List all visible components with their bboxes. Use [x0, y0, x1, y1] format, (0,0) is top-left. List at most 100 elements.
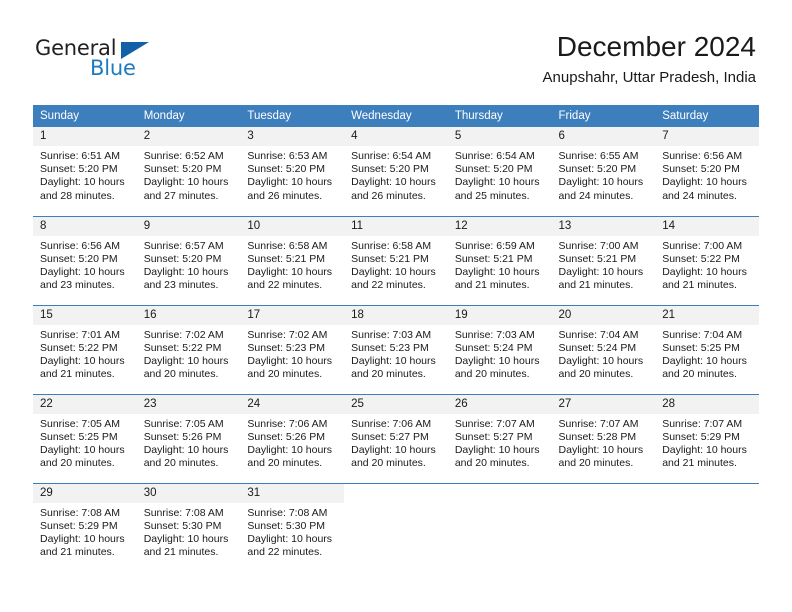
day-cell[interactable]: 30 Sunrise: 7:08 AM Sunset: 5:30 PM Dayl… [136, 482, 241, 573]
day-cell[interactable]: 11 Sunrise: 6:58 AM Sunset: 5:21 PM Dayl… [344, 215, 448, 305]
weekday-header-saturday: Saturday [655, 105, 759, 127]
sunrise-text: Sunrise: 6:54 AM [351, 150, 432, 162]
daylight-text: Daylight: 10 hours and 20 minutes. [454, 354, 540, 381]
day-cell-inner: 23 Sunrise: 7:05 AM Sunset: 5:26 PM Dayl… [136, 394, 241, 483]
day-cell[interactable]: 2 Sunrise: 6:52 AM Sunset: 5:20 PM Dayli… [136, 127, 241, 216]
day-number: 18 [344, 305, 448, 325]
day-cell-inner: 20 Sunrise: 7:04 AM Sunset: 5:24 PM Dayl… [551, 305, 656, 394]
day-cell[interactable]: 12 Sunrise: 6:59 AM Sunset: 5:21 PM Dayl… [447, 215, 552, 305]
day-number: 29 [33, 483, 137, 503]
page-subtitle: Anupshahr, Uttar Pradesh, India [542, 69, 756, 86]
daylight-text: Daylight: 10 hours and 21 minutes. [40, 354, 125, 381]
day-cell[interactable]: 24 Sunrise: 7:06 AM Sunset: 5:26 PM Dayl… [240, 393, 345, 483]
sunrise-text: Sunrise: 7:07 AM [558, 417, 639, 430]
day-cell[interactable]: 28 Sunrise: 7:07 AM Sunset: 5:29 PM Dayl… [655, 393, 759, 483]
page-title: December 2024 [556, 31, 756, 62]
sunset-text: Sunset: 5:20 PM [40, 163, 118, 176]
day-number: 6 [551, 127, 656, 146]
day-cell[interactable]: 4 Sunrise: 6:54 AM Sunset: 5:20 PM Dayli… [344, 127, 448, 216]
sunset-text: Sunset: 5:20 PM [143, 252, 222, 265]
day-cell[interactable]: 21 Sunrise: 7:04 AM Sunset: 5:25 PM Dayl… [655, 304, 759, 394]
sunrise-text: Sunrise: 7:04 AM [558, 328, 639, 341]
day-number [552, 484, 656, 503]
day-cell[interactable]: 20 Sunrise: 7:04 AM Sunset: 5:24 PM Dayl… [551, 304, 656, 394]
sunrise-text: Sunrise: 7:02 AM [247, 328, 328, 341]
day-number: 26 [447, 394, 552, 414]
day-number: 14 [655, 216, 759, 236]
day-cell[interactable]: 16 Sunrise: 7:02 AM Sunset: 5:22 PM Dayl… [136, 304, 241, 394]
daylight-text: Daylight: 10 hours and 22 minutes. [247, 532, 333, 559]
day-cell[interactable]: 14 Sunrise: 7:00 AM Sunset: 5:22 PM Dayl… [655, 215, 759, 305]
day-details: Sunrise: 7:06 AM Sunset: 5:27 PM Dayligh… [344, 414, 448, 471]
sunrise-text: Sunrise: 6:55 AM [558, 150, 639, 162]
day-cell[interactable]: 23 Sunrise: 7:05 AM Sunset: 5:26 PM Dayl… [136, 393, 241, 483]
daylight-text: Daylight: 10 hours and 20 minutes. [351, 443, 436, 470]
day-cell-inner: 16 Sunrise: 7:02 AM Sunset: 5:22 PM Dayl… [136, 305, 241, 394]
weekday-header-row: Sunday Monday Tuesday Wednesday Thursday… [33, 105, 759, 127]
day-cell-inner: 30 Sunrise: 7:08 AM Sunset: 5:30 PM Dayl… [136, 483, 241, 573]
day-number: 20 [551, 305, 656, 325]
day-cell[interactable]: 9 Sunrise: 6:57 AM Sunset: 5:20 PM Dayli… [136, 215, 241, 305]
sunset-text: Sunset: 5:20 PM [454, 163, 533, 176]
day-cell[interactable]: 31 Sunrise: 7:08 AM Sunset: 5:30 PM Dayl… [240, 482, 345, 572]
day-number: 31 [240, 483, 345, 503]
day-cell[interactable]: 27 Sunrise: 7:07 AM Sunset: 5:28 PM Dayl… [551, 393, 656, 483]
day-cell[interactable]: 8 Sunrise: 6:56 AM Sunset: 5:20 PM Dayli… [33, 215, 137, 305]
day-number: 23 [136, 394, 241, 414]
day-cell[interactable]: 1 Sunrise: 6:51 AM Sunset: 5:20 PM Dayli… [33, 127, 137, 216]
day-number: 1 [33, 127, 137, 146]
calendar-page: General Blue December 2024 Anupshahr, Ut… [0, 0, 792, 612]
day-number: 7 [655, 127, 759, 146]
day-cell[interactable]: 22 Sunrise: 7:05 AM Sunset: 5:25 PM Dayl… [33, 393, 137, 483]
week-row: 22 Sunrise: 7:05 AM Sunset: 5:25 PM Dayl… [33, 393, 759, 483]
day-cell[interactable]: 5 Sunrise: 6:54 AM Sunset: 5:20 PM Dayli… [447, 127, 552, 216]
day-cell-inner: 9 Sunrise: 6:57 AM Sunset: 5:20 PM Dayli… [136, 216, 241, 305]
day-cell[interactable]: 18 Sunrise: 7:03 AM Sunset: 5:23 PM Dayl… [344, 304, 448, 394]
sunrise-text: Sunrise: 7:02 AM [143, 328, 224, 341]
day-cell[interactable]: 3 Sunrise: 6:53 AM Sunset: 5:20 PM Dayli… [240, 127, 345, 216]
day-cell[interactable]: 25 Sunrise: 7:06 AM Sunset: 5:27 PM Dayl… [344, 393, 448, 483]
day-number: 4 [344, 127, 448, 146]
sunrise-text: Sunrise: 7:00 AM [558, 239, 639, 252]
sunset-text: Sunset: 5:23 PM [247, 341, 326, 354]
daylight-text: Daylight: 10 hours and 27 minutes. [143, 176, 229, 202]
sunset-text: Sunset: 5:27 PM [351, 430, 429, 443]
day-details: Sunrise: 7:07 AM Sunset: 5:29 PM Dayligh… [655, 414, 759, 471]
day-details: Sunrise: 6:52 AM Sunset: 5:20 PM Dayligh… [137, 146, 241, 203]
sunset-text: Sunset: 5:25 PM [40, 430, 118, 443]
general-blue-logo[interactable]: General Blue [35, 36, 165, 84]
day-cell-inner [448, 484, 552, 573]
day-cell[interactable]: 17 Sunrise: 7:02 AM Sunset: 5:23 PM Dayl… [240, 304, 345, 394]
day-cell-empty [447, 482, 552, 573]
daylight-text: Daylight: 10 hours and 20 minutes. [40, 443, 125, 470]
sunset-text: Sunset: 5:20 PM [662, 163, 740, 176]
sunrise-text: Sunrise: 7:07 AM [662, 417, 743, 430]
day-number: 27 [551, 394, 656, 414]
day-cell[interactable]: 29 Sunrise: 7:08 AM Sunset: 5:29 PM Dayl… [33, 482, 137, 572]
sunrise-text: Sunrise: 7:05 AM [40, 417, 120, 430]
day-cell[interactable]: 6 Sunrise: 6:55 AM Sunset: 5:20 PM Dayli… [551, 127, 656, 216]
sunset-text: Sunset: 5:22 PM [662, 252, 740, 265]
day-cell[interactable]: 7 Sunrise: 6:56 AM Sunset: 5:20 PM Dayli… [655, 127, 759, 216]
daylight-text: Daylight: 10 hours and 21 minutes. [40, 532, 125, 559]
month-calendar-table: Sunday Monday Tuesday Wednesday Thursday… [33, 105, 759, 572]
day-details: Sunrise: 6:58 AM Sunset: 5:21 PM Dayligh… [344, 236, 448, 293]
day-cell[interactable]: 15 Sunrise: 7:01 AM Sunset: 5:22 PM Dayl… [33, 304, 137, 394]
day-details: Sunrise: 6:53 AM Sunset: 5:20 PM Dayligh… [240, 146, 344, 203]
sunrise-text: Sunrise: 7:01 AM [40, 328, 120, 341]
sunset-text: Sunset: 5:21 PM [247, 252, 326, 265]
daylight-text: Daylight: 10 hours and 22 minutes. [351, 265, 436, 292]
day-cell[interactable]: 10 Sunrise: 6:58 AM Sunset: 5:21 PM Dayl… [240, 215, 345, 305]
daylight-text: Daylight: 10 hours and 20 minutes. [143, 354, 229, 381]
daylight-text: Daylight: 10 hours and 22 minutes. [247, 265, 333, 292]
day-cell[interactable]: 19 Sunrise: 7:03 AM Sunset: 5:24 PM Dayl… [447, 304, 552, 394]
sunset-text: Sunset: 5:27 PM [454, 430, 533, 443]
day-details: Sunrise: 7:01 AM Sunset: 5:22 PM Dayligh… [33, 325, 137, 382]
day-cell[interactable]: 13 Sunrise: 7:00 AM Sunset: 5:21 PM Dayl… [551, 215, 656, 305]
day-details: Sunrise: 7:05 AM Sunset: 5:25 PM Dayligh… [33, 414, 137, 471]
day-cell[interactable]: 26 Sunrise: 7:07 AM Sunset: 5:27 PM Dayl… [447, 393, 552, 483]
calendar-body: 1 Sunrise: 6:51 AM Sunset: 5:20 PM Dayli… [33, 127, 759, 572]
day-number [448, 484, 552, 503]
day-cell-inner: 14 Sunrise: 7:00 AM Sunset: 5:22 PM Dayl… [655, 216, 759, 305]
day-cell-inner: 11 Sunrise: 6:58 AM Sunset: 5:21 PM Dayl… [344, 216, 448, 305]
